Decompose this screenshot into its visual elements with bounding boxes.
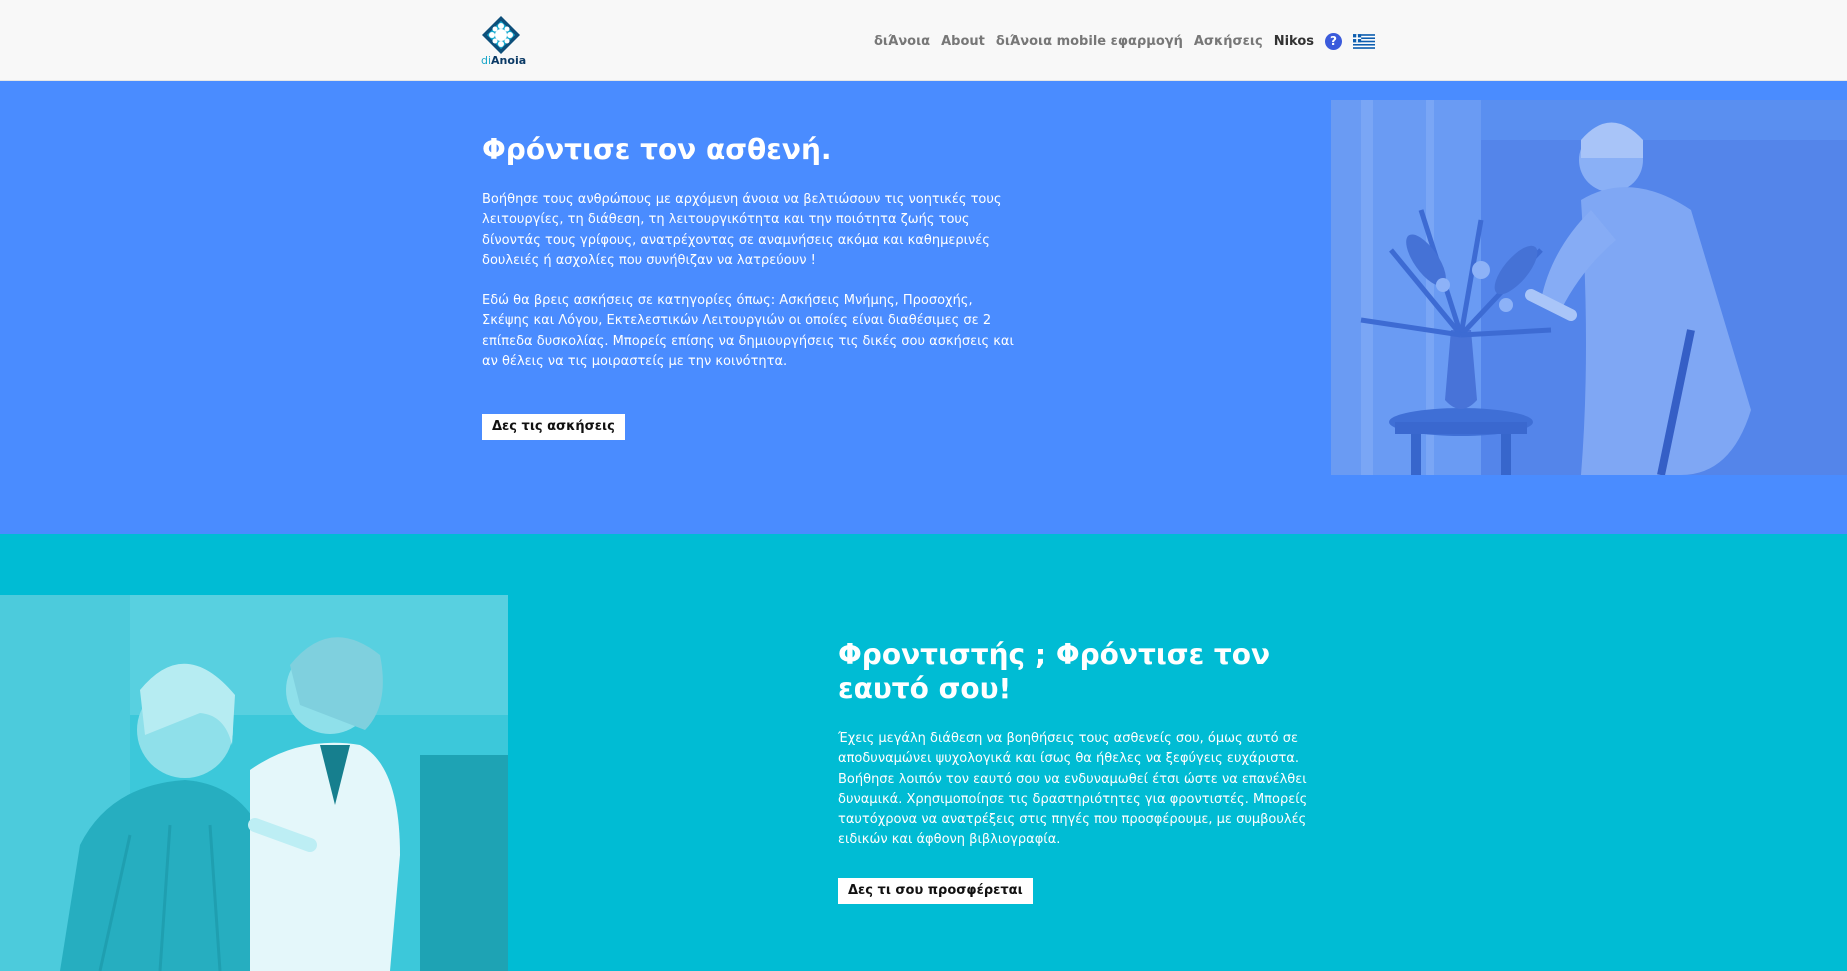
logo-text-prefix: di [481,54,492,67]
top-navbar: diAnoia διΆνοια About διΆνοια mobile εφα… [0,0,1847,81]
elderly-woman-photo [1331,100,1847,475]
main-nav: διΆνοια About διΆνοια mobile εφαρμογή Ασ… [863,30,1375,52]
greek-flag-icon[interactable] [1353,33,1375,49]
help-icon[interactable]: ? [1325,32,1342,50]
logo-text: diAnoia [481,54,526,67]
view-offerings-button[interactable]: Δες τι σου προσφέρεται [838,878,1033,904]
caregiver-section-title: Φροντιστής ; Φρόντισε τον εαυτό σου! [838,638,1271,705]
view-exercises-button[interactable]: Δες τις ασκήσεις [482,414,625,440]
nav-about[interactable]: About [941,34,985,49]
nav-exercises[interactable]: Ασκήσεις [1194,34,1263,49]
caregiver-illustration [0,595,508,971]
logo[interactable]: diAnoia [481,15,526,68]
nav-user-menu[interactable]: Nikos [1274,34,1314,49]
caregiver-photo [0,595,508,971]
caregiver-section-intro: Έχεις μεγάλη διάθεση να βοηθήσεις τους α… [838,731,1308,848]
logo-icon [482,16,520,54]
patient-section-title: Φρόντισε τον ασθενή. [482,133,832,166]
caregiver-section: Φροντιστής ; Φρόντισε τον εαυτό σου! Έχε… [0,534,1847,971]
nav-dianoia[interactable]: διΆνοια [874,34,930,49]
patient-section-details: Εδώ θα βρεις ασκήσεις σε κατηγορίες όπως… [482,293,1014,369]
nav-mobile-app[interactable]: διΆνοια mobile εφαρμογή [996,34,1183,49]
patient-care-section: Φρόντισε τον ασθενή. Βοήθησε τους ανθρώπ… [0,81,1847,534]
patient-section-intro: Βοήθησε τους ανθρώπους με αρχόμενη άνοια… [482,192,1002,268]
logo-text-suffix: Anoia [491,54,527,67]
elderly-woman-illustration [1331,100,1847,475]
